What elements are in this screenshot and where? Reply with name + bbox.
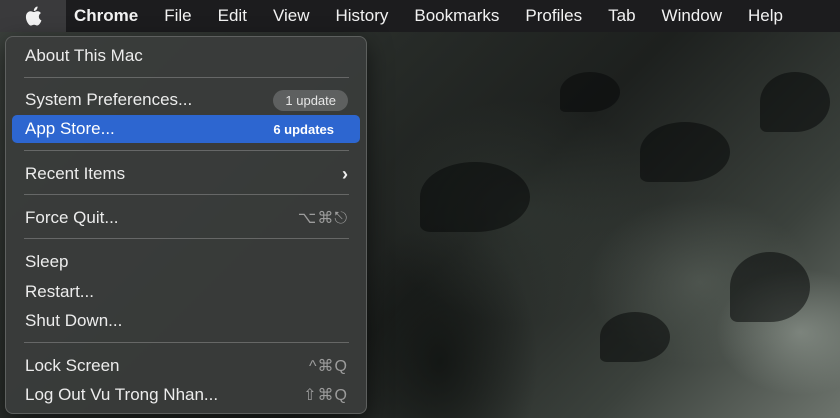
menu-item-label: System Preferences... bbox=[25, 90, 193, 109]
menu-item-label: Lock Screen bbox=[25, 356, 120, 375]
menu-item-log-out[interactable]: Log Out Vu Trong Nhan... ⇧⌘Q bbox=[12, 381, 360, 409]
apple-menu-dropdown: About This Mac System Preferences... 1 u… bbox=[5, 36, 367, 414]
wallpaper-foliage bbox=[760, 72, 830, 132]
menu-separator bbox=[24, 342, 349, 343]
menu-item-lock-screen[interactable]: Lock Screen ^⌘Q bbox=[12, 352, 360, 380]
menu-item-label: App Store... bbox=[25, 119, 115, 138]
menu-item-force-quit[interactable]: Force Quit... ⌥⌘⎋ bbox=[12, 204, 360, 232]
wallpaper-foliage bbox=[560, 72, 620, 112]
keyboard-shortcut: ⇧⌘Q bbox=[303, 387, 348, 404]
menu-separator bbox=[24, 238, 349, 239]
keyboard-shortcut: ⌥⌘⎋ bbox=[297, 210, 348, 227]
apple-logo-icon bbox=[25, 6, 42, 26]
menu-item-sleep[interactable]: Sleep bbox=[12, 248, 360, 276]
menubar-item-bookmarks[interactable]: Bookmarks bbox=[401, 0, 512, 32]
wallpaper-foliage bbox=[730, 252, 810, 322]
menubar-item-help[interactable]: Help bbox=[735, 0, 796, 32]
menubar-item-window[interactable]: Window bbox=[649, 0, 735, 32]
menu-item-shut-down[interactable]: Shut Down... bbox=[12, 307, 360, 335]
menubar-item-profiles[interactable]: Profiles bbox=[512, 0, 595, 32]
menu-separator bbox=[24, 150, 349, 151]
menu-separator bbox=[24, 77, 349, 78]
menu-item-label: Recent Items bbox=[25, 164, 126, 183]
menu-separator bbox=[24, 194, 349, 195]
menu-item-label: Log Out Vu Trong Nhan... bbox=[25, 385, 219, 404]
menu-item-restart[interactable]: Restart... bbox=[12, 278, 360, 306]
wallpaper-foliage bbox=[640, 122, 730, 182]
menubar-item-file[interactable]: File bbox=[151, 0, 204, 32]
menu-item-label: Restart... bbox=[25, 282, 94, 301]
menubar-item-chrome[interactable]: Chrome bbox=[66, 0, 151, 32]
update-count-badge: 1 update bbox=[273, 89, 348, 111]
wallpaper-foliage bbox=[420, 162, 530, 232]
chevron-right-icon: › bbox=[342, 163, 348, 184]
menubar-item-history[interactable]: History bbox=[322, 0, 401, 32]
menubar-item-edit[interactable]: Edit bbox=[205, 0, 260, 32]
menu-item-label: About This Mac bbox=[25, 46, 143, 65]
update-count-badge: 6 updates bbox=[273, 121, 334, 137]
menu-item-label: Sleep bbox=[25, 252, 69, 271]
menu-bar: Chrome File Edit View History Bookmarks … bbox=[0, 0, 840, 32]
menu-item-about-this-mac[interactable]: About This Mac bbox=[12, 42, 360, 70]
keyboard-shortcut: ^⌘Q bbox=[309, 358, 348, 375]
menu-item-label: Shut Down... bbox=[25, 311, 123, 330]
apple-menu-button[interactable] bbox=[0, 0, 66, 32]
menubar-item-view[interactable]: View bbox=[260, 0, 323, 32]
menu-item-app-store[interactable]: App Store... 6 updates bbox=[12, 115, 360, 143]
menubar-item-tab[interactable]: Tab bbox=[595, 0, 648, 32]
menu-item-label: Force Quit... bbox=[25, 208, 119, 227]
wallpaper-foliage bbox=[600, 312, 670, 362]
menu-item-recent-items[interactable]: Recent Items › bbox=[12, 160, 360, 188]
menu-item-system-preferences[interactable]: System Preferences... 1 update bbox=[12, 86, 360, 114]
